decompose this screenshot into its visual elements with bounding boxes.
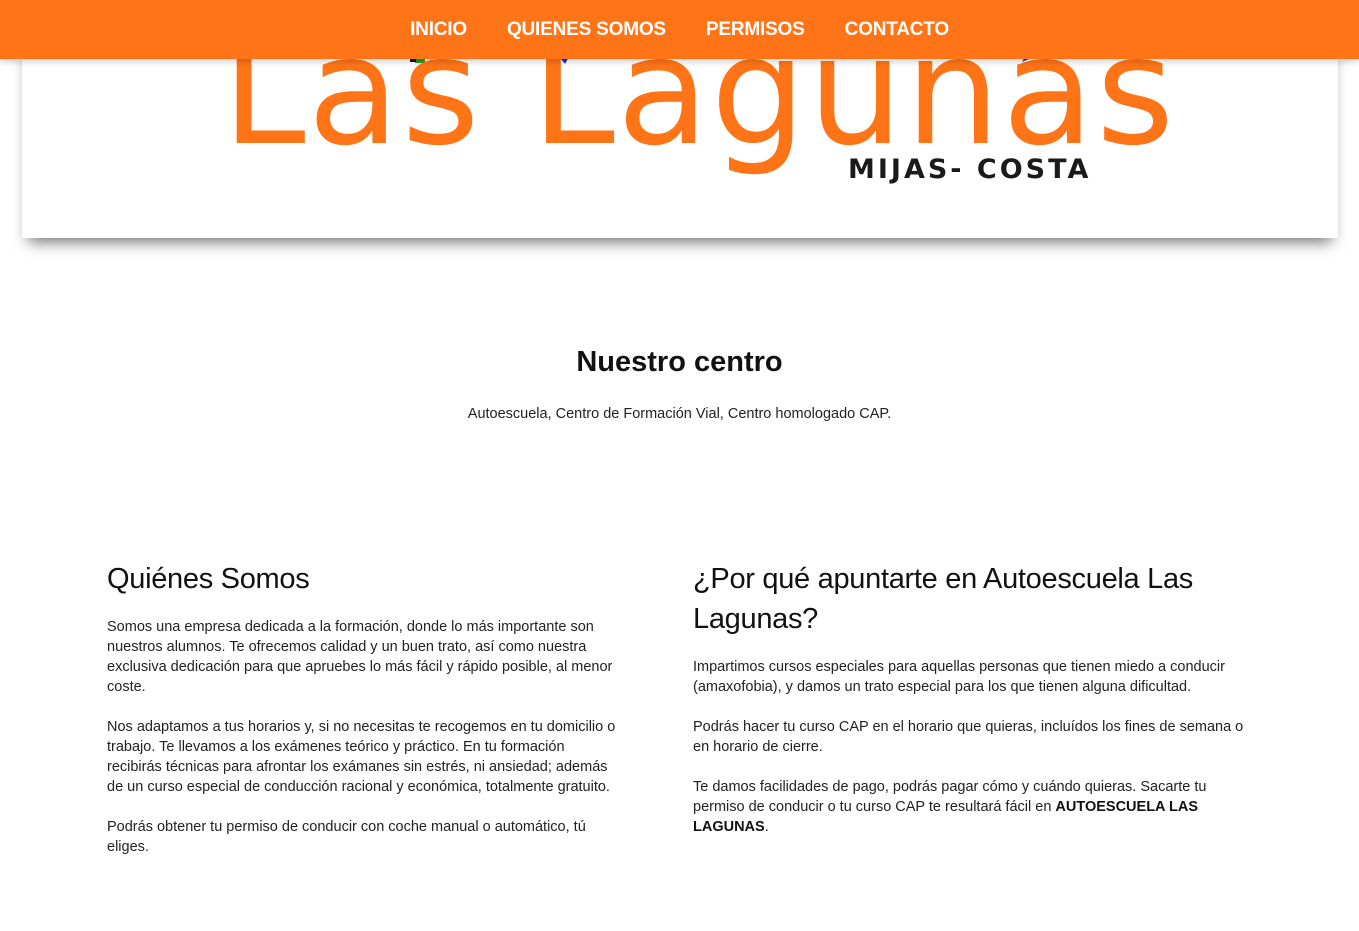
quienes-somos-section: Quiénes Somos Somos una empresa dedicada…	[107, 559, 617, 877]
por-que-paragraph-2: Podrás hacer tu curso CAP en el horario …	[693, 719, 1244, 755]
por-que-heading: ¿Por qué apuntarte en Autoescuela Las La…	[693, 563, 1193, 635]
por-que-section: ¿Por qué apuntarte en Autoescuela Las La…	[693, 559, 1258, 857]
por-que-paragraph-3-end: .	[764, 819, 769, 835]
por-que-paragraph-1: Impartimos cursos especiales para aquell…	[693, 659, 1225, 695]
quienes-somos-paragraph-3: Podrás obtener tu permiso de conducir co…	[107, 819, 586, 855]
nav-inicio[interactable]: INICIO	[410, 19, 467, 41]
top-navigation: INICIO QUIENES SOMOS PERMISOS CONTACTO	[0, 0, 1359, 59]
logo-subtitle: MIJAS- COSTA	[848, 154, 1091, 185]
quienes-somos-paragraph-2: Nos adaptamos a tus horarios y, si no ne…	[107, 719, 616, 795]
quienes-somos-paragraph-1: Somos una empresa dedicada a la formació…	[107, 619, 613, 695]
quienes-somos-heading: Quiénes Somos	[107, 563, 310, 595]
section-subtitle: Autoescuela, Centro de Formación Vial, C…	[467, 406, 892, 422]
nav-permisos[interactable]: PERMISOS	[706, 19, 805, 41]
page: Las Lagunas MIJAS- COSTA INICIO QUIENES …	[0, 0, 1359, 931]
nav-contacto[interactable]: CONTACTO	[845, 19, 950, 41]
nav-quienes-somos[interactable]: QUIENES SOMOS	[507, 19, 666, 41]
por-que-paragraph-3: Te damos facilidades de pago, podrás pag…	[693, 777, 1258, 837]
section-title: Nuestro centro	[576, 346, 783, 378]
